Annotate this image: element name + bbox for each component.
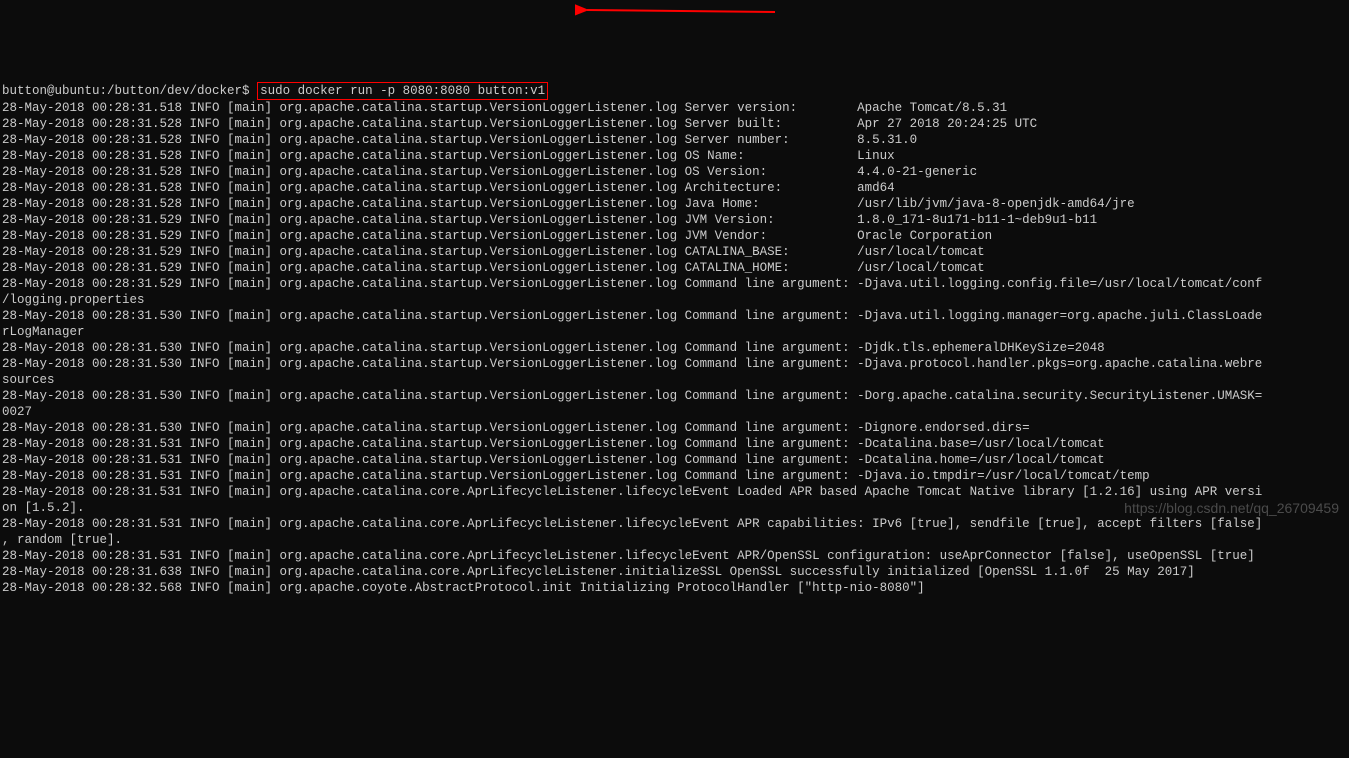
watermark-text: https://blog.csdn.net/qq_26709459 <box>1124 500 1339 516</box>
command-line: sudo docker run -p 8080:8080 button:v1 <box>257 82 548 100</box>
shell-prompt: button@ubuntu:/button/dev/docker$ <box>2 84 250 98</box>
annotation-arrow-icon <box>575 0 785 20</box>
terminal-output[interactable]: button@ubuntu:/button/dev/docker$ sudo d… <box>0 64 1349 614</box>
